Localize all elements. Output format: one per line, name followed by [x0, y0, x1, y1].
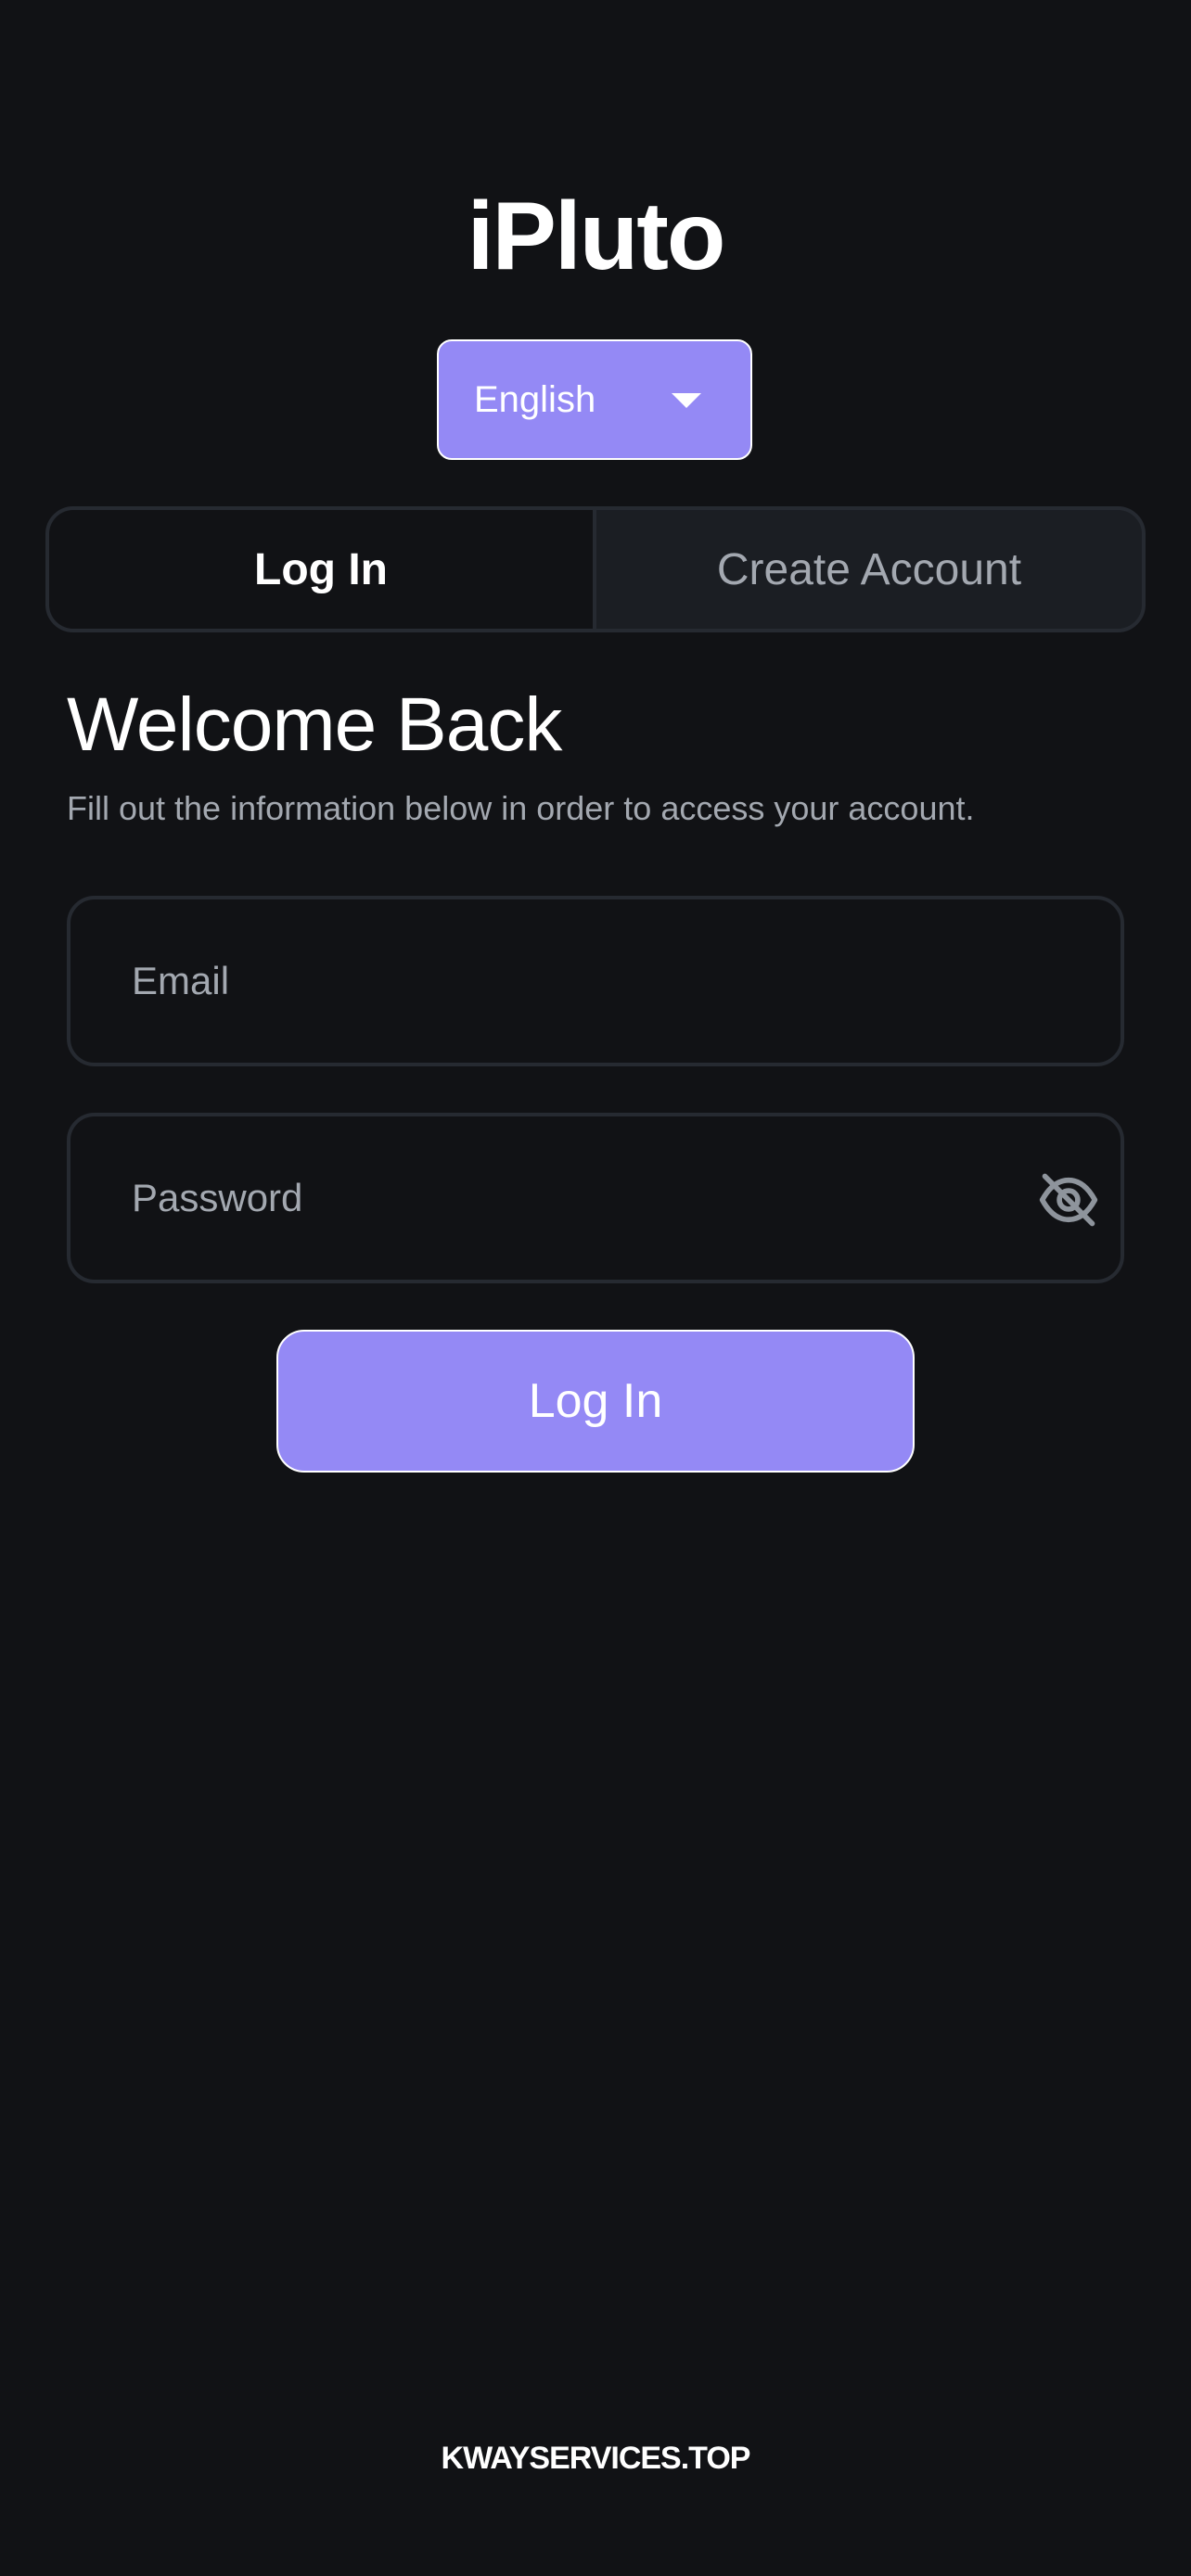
app-title: iPluto	[467, 183, 726, 290]
language-selected-label: English	[474, 379, 596, 420]
email-input[interactable]	[132, 899, 967, 1063]
eye-off-icon[interactable]	[1037, 1168, 1100, 1231]
password-field-container	[67, 1113, 1124, 1283]
footer-site-link[interactable]: KWAYSERVICES.TOP	[0, 2441, 1191, 2477]
tab-create-account[interactable]: Create Account	[596, 510, 1142, 629]
page-subtitle: Fill out the information below in order …	[67, 789, 975, 827]
password-input[interactable]	[132, 1116, 967, 1280]
chevron-down-icon	[672, 393, 701, 408]
auth-tabs: Log In Create Account	[45, 506, 1146, 632]
email-field-container	[67, 896, 1124, 1066]
page-title: Welcome Back	[67, 682, 562, 767]
login-button[interactable]: Log In	[276, 1330, 915, 1473]
language-dropdown[interactable]: English	[437, 339, 752, 460]
tab-login[interactable]: Log In	[49, 510, 596, 629]
